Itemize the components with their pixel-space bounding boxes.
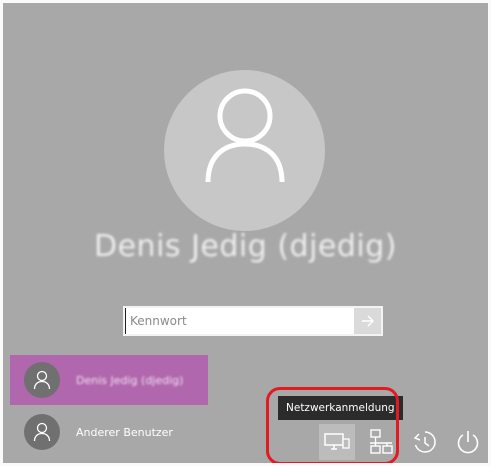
password-input[interactable] (125, 308, 354, 334)
user-avatar-large (164, 70, 325, 231)
user-avatar-small (24, 414, 60, 450)
user-tile-current[interactable]: Denis Jedig (djedig) (10, 355, 208, 405)
network-sign-in-button[interactable] (319, 424, 355, 460)
password-box (123, 306, 383, 336)
user-tile-other-user[interactable]: Anderer Benutzer (10, 407, 208, 457)
user-display-name: Denis Jedig (djedig) (94, 229, 397, 264)
ease-of-access-icon (413, 431, 436, 453)
ease-of-access-button[interactable] (407, 424, 443, 460)
user-avatar-small (24, 362, 60, 398)
tooltip: Netzwerkanmeldung (278, 396, 403, 420)
power-icon (457, 431, 479, 454)
power-button[interactable] (450, 424, 486, 460)
user-icon (33, 370, 51, 390)
user-icon (33, 422, 51, 442)
user-tile-label: Denis Jedig (djedig) (76, 373, 184, 387)
arrow-right-icon (361, 315, 374, 327)
lock-screen: Denis Jedig (djedig) Denis Jedig (djedig… (3, 3, 488, 463)
user-icon (205, 88, 285, 183)
network-icon (370, 429, 393, 454)
submit-arrow-button[interactable] (354, 308, 381, 334)
network-button[interactable] (363, 424, 399, 460)
user-tile-label: Anderer Benutzer (76, 425, 173, 439)
network-sign-in-icon (324, 433, 350, 450)
